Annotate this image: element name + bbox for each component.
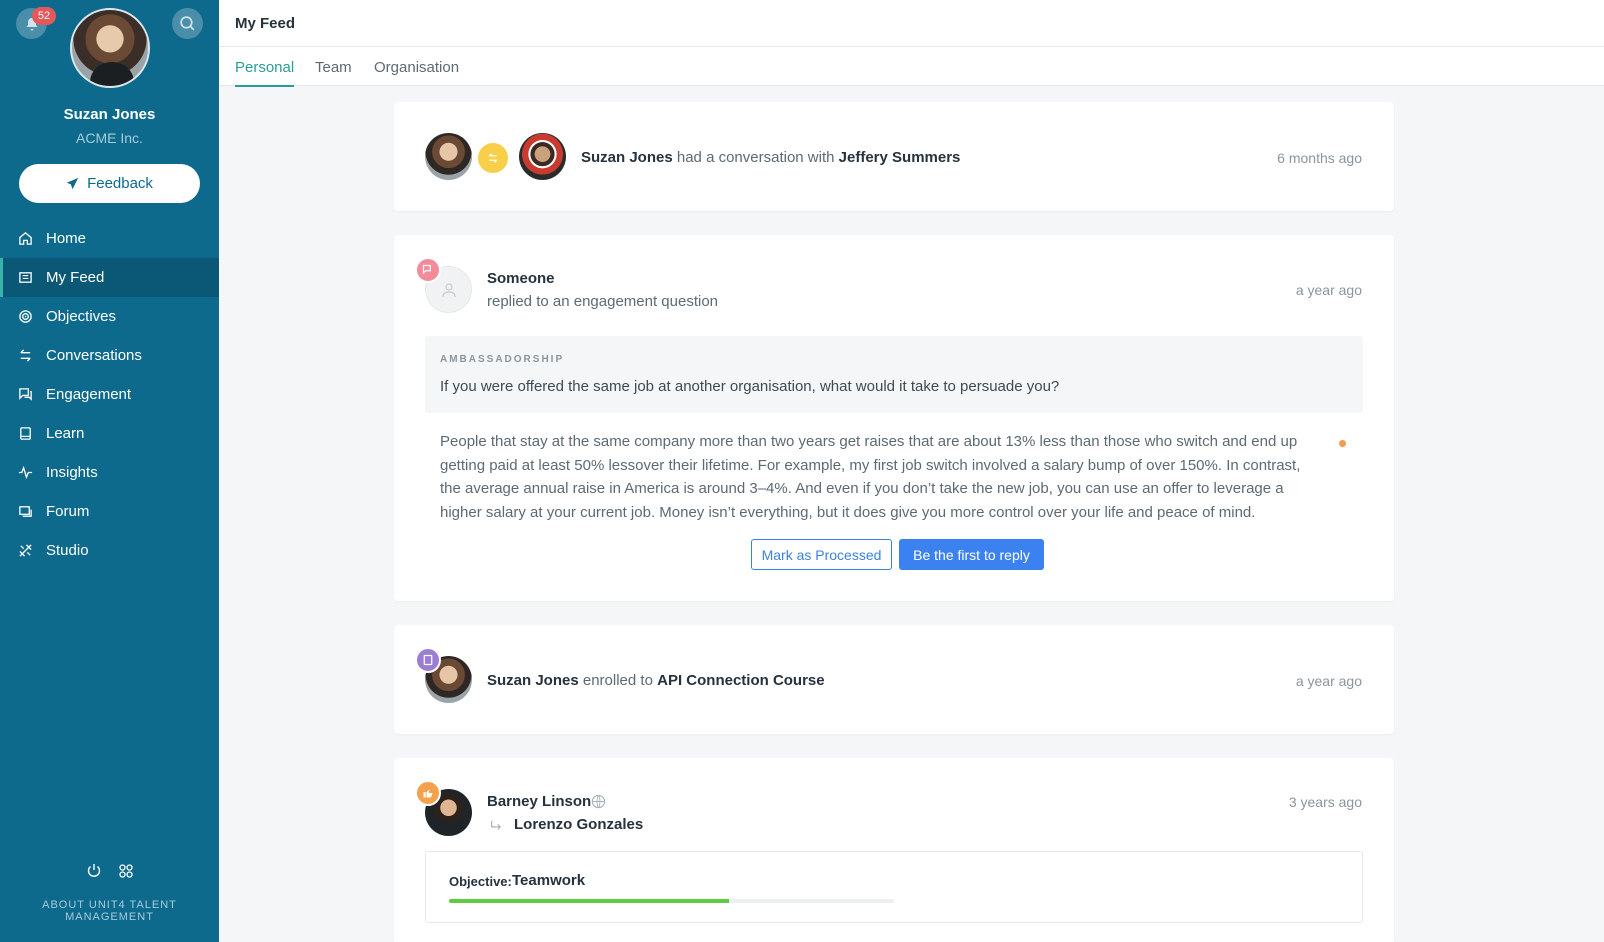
- nav-label: Objectives: [46, 308, 117, 325]
- feedback-label: Feedback: [87, 175, 153, 192]
- nav-item-forum[interactable]: Forum: [0, 492, 219, 531]
- activity-description: replied to an engagement question: [487, 293, 719, 310]
- timestamp: a year ago: [1295, 673, 1362, 689]
- apps-button[interactable]: [118, 863, 134, 879]
- nav-item-objectives[interactable]: Objectives: [0, 297, 219, 336]
- enrollment-summary: Suzan Jones enrolled to API Connection C…: [487, 672, 825, 689]
- nav-item-learn[interactable]: Learn: [0, 414, 219, 453]
- tab-personal[interactable]: Personal: [235, 59, 295, 87]
- nav-item-my-feed[interactable]: My Feed: [0, 258, 219, 297]
- power-button[interactable]: [86, 863, 102, 879]
- nav-label: Insights: [46, 464, 98, 481]
- actor-name: Someone: [487, 270, 555, 287]
- profile-name: Suzan Jones: [63, 106, 156, 123]
- sidebar: 52 Suzan Jones ACME Inc. Feedback Home M…: [0, 0, 219, 942]
- nav-label: Engagement: [46, 386, 132, 403]
- question-box: AMBASSADORSHIP If you were offered the s…: [425, 336, 1363, 413]
- search-icon: [180, 16, 195, 31]
- nav-item-studio[interactable]: Studio: [0, 531, 219, 570]
- feed-card-engagement: Someone replied to an engagement questio…: [394, 235, 1394, 601]
- nav-item-engagement[interactable]: Engagement: [0, 375, 219, 414]
- home-icon: [19, 232, 32, 245]
- nav-item-home[interactable]: Home: [0, 219, 219, 258]
- page-title: My Feed: [235, 15, 296, 32]
- nav-label: Forum: [46, 503, 90, 520]
- about-link[interactable]: ABOUT UNIT4 TALENT MANAGEMENT: [0, 899, 219, 923]
- engagement-badge: [415, 257, 441, 283]
- timestamp: 3 years ago: [1288, 794, 1362, 810]
- nav-item-insights[interactable]: Insights: [0, 453, 219, 492]
- feed-card-enrollment: Suzan Jones enrolled to API Connection C…: [394, 625, 1394, 734]
- actor-name[interactable]: Suzan Jones: [487, 672, 579, 689]
- mark-processed-button[interactable]: Mark as Processed: [751, 539, 892, 570]
- objective-progress-fill: [449, 899, 730, 903]
- power-icon: [87, 864, 101, 877]
- avatar[interactable]: [425, 133, 472, 180]
- arrows-exchange-icon: [20, 349, 31, 362]
- objective-box[interactable]: Objective: Teamwork: [425, 851, 1363, 923]
- studio-icon: [19, 544, 32, 557]
- avatar[interactable]: [519, 133, 566, 180]
- reply-arrow-icon: [491, 820, 501, 830]
- book-icon: [20, 427, 31, 440]
- reply-button[interactable]: Be the first to reply: [899, 539, 1044, 570]
- feed-card-objective: Barney Linson Lorenzo Gonzales 3 years a…: [394, 758, 1394, 942]
- chat-bubbles-icon: [422, 264, 431, 275]
- unread-dot: [1339, 440, 1346, 447]
- nav-label: Studio: [46, 542, 89, 559]
- target-icon: [19, 310, 32, 323]
- tab-team[interactable]: Team: [315, 59, 352, 85]
- nav-label: My Feed: [46, 269, 105, 286]
- main-nav: Home My Feed Objectives Conversations En…: [0, 219, 219, 570]
- objective-progress-bar: [449, 899, 894, 903]
- apps-grid-icon: [119, 864, 133, 878]
- conversation-badge: [476, 141, 510, 175]
- objective-label: Objective:: [449, 874, 512, 889]
- profile-company: ACME Inc.: [76, 130, 143, 146]
- arrows-exchange-icon: [488, 153, 498, 163]
- objective-badge: [415, 780, 441, 806]
- sidebar-footer-icons: [86, 863, 134, 879]
- course-name[interactable]: API Connection Course: [657, 672, 825, 689]
- pulse-icon: [18, 465, 33, 480]
- activity-verb: had a conversation with: [676, 149, 835, 166]
- objective-name: Teamwork: [512, 872, 586, 889]
- feedback-button[interactable]: Feedback: [19, 164, 200, 203]
- actor-name[interactable]: Barney Linson: [487, 793, 591, 810]
- target-name[interactable]: Lorenzo Gonzales: [514, 816, 643, 833]
- notification-count-badge: 52: [32, 7, 56, 25]
- conversation-summary: Suzan Jones had a conversation with Jeff…: [581, 149, 960, 166]
- forum-icon: [19, 506, 32, 517]
- timestamp: a year ago: [1295, 282, 1362, 298]
- paper-plane-icon: [66, 177, 79, 190]
- thumbs-up-icon: [423, 789, 433, 798]
- nav-label: Home: [46, 230, 87, 247]
- learn-badge: [415, 647, 441, 673]
- answer-text: People that stay at the same company mor…: [440, 433, 1301, 521]
- chat-bubbles-icon: [19, 388, 32, 401]
- question-text: If you were offered the same job at anot…: [440, 378, 1060, 395]
- visibility-button[interactable]: [591, 794, 606, 809]
- timestamp: 6 months ago: [1277, 150, 1362, 166]
- tab-organisation[interactable]: Organisation: [374, 59, 459, 85]
- book-icon: [423, 654, 433, 666]
- actor-name[interactable]: Suzan Jones: [581, 149, 673, 166]
- nav-label: Conversations: [46, 347, 142, 364]
- globe-icon: [591, 794, 606, 809]
- feed-tabs: Personal Team Organisation: [219, 47, 1604, 87]
- user-icon: [441, 282, 456, 297]
- question-category: AMBASSADORSHIP: [440, 354, 565, 365]
- search-button[interactable]: [172, 8, 203, 39]
- activity-verb: enrolled to: [582, 672, 653, 689]
- feed-icon: [19, 272, 32, 283]
- top-bar: My Feed: [219, 0, 1604, 47]
- profile-avatar[interactable]: [70, 8, 150, 88]
- nav-item-conversations[interactable]: Conversations: [0, 336, 219, 375]
- feed-card-conversation: Suzan Jones had a conversation with Jeff…: [394, 102, 1394, 211]
- nav-label: Learn: [46, 425, 85, 442]
- target-name[interactable]: Jeffery Summers: [839, 149, 961, 166]
